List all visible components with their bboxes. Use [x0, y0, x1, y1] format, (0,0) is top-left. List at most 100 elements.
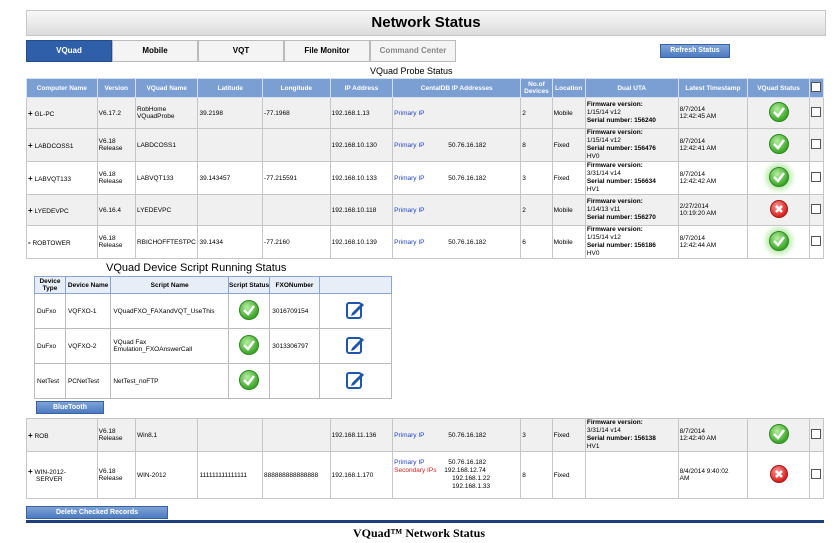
- table-row: + LYEDEVPC V6.16.4 LYEDEVPC 192.168.10.1…: [26, 194, 825, 226]
- primary-ip-label: Primary IP: [394, 174, 425, 182]
- fw-version: 1/15/14 v12: [586, 137, 621, 144]
- row-checkbox[interactable]: [810, 429, 821, 439]
- version: V6.18: [98, 138, 116, 145]
- status-error-icon: [769, 200, 788, 218]
- primary-ip-label: Primary IP: [394, 109, 425, 117]
- tab-bar: VQuad Mobile VQT File Monitor Command Ce…: [26, 40, 456, 62]
- version: V6.18: [98, 235, 116, 242]
- version: V6.18: [98, 428, 116, 435]
- db-ip: 50.76.16.182: [448, 174, 487, 182]
- serial-number: Serial number: 156138: [586, 435, 656, 442]
- edit-script-icon[interactable]: [344, 369, 366, 391]
- computer-name: LABVQT133: [34, 175, 71, 183]
- col-edit: [318, 276, 393, 294]
- serial-number: Serial number: 156240: [586, 117, 656, 124]
- tab-mobile[interactable]: Mobile: [112, 40, 198, 62]
- row-checkbox[interactable]: [810, 139, 821, 149]
- fxo-number: [269, 363, 320, 399]
- hw-version: HV0: [586, 153, 600, 160]
- timestamp-date: 2/27/2014: [679, 203, 709, 210]
- primary-ip-label: Primary IP: [394, 459, 425, 466]
- computer-name: LYEDEVPC: [34, 207, 69, 215]
- table-row: + ROB V6.18 Release Win8.1 192.168.11.136…: [26, 418, 825, 452]
- row-checkbox[interactable]: [810, 204, 821, 214]
- tab-file-monitor[interactable]: File Monitor: [284, 40, 370, 62]
- table-row: + WIN-2012- SERVER V6.18 Release WIN-2012 …: [26, 451, 825, 499]
- expand-icon[interactable]: +: [28, 206, 33, 215]
- vquad-name: RobHome: [136, 106, 167, 113]
- probe-table: Computer Name Version VQuad Name Latitud…: [26, 78, 825, 259]
- db-ip: 50.76.16.182: [448, 431, 487, 439]
- refresh-status-button[interactable]: Refresh Status: [660, 44, 730, 58]
- row-checkbox[interactable]: [810, 236, 821, 246]
- fxo-number: 3016709154: [269, 293, 320, 329]
- delete-checked-button[interactable]: Delete Checked Records: [26, 506, 168, 519]
- location: Mobile: [551, 194, 586, 226]
- version-line2: Release: [98, 435, 123, 442]
- device-count: 2: [520, 194, 553, 226]
- footer-title: VQuad™ Network Status: [352, 526, 485, 540]
- row-checkbox[interactable]: [810, 107, 821, 117]
- collapse-icon[interactable]: -: [28, 238, 31, 247]
- ip-address: 192.168.1.13: [329, 97, 394, 129]
- timestamp-date: 8/7/2014: [679, 106, 705, 113]
- location: Fixed: [551, 161, 586, 195]
- script-name: NetTest_noFTP: [110, 363, 229, 399]
- serial-number: Serial number: 156186: [586, 242, 656, 249]
- header-select-all[interactable]: [808, 78, 825, 98]
- vquad-name: LABVQT133: [134, 161, 199, 195]
- expand-icon[interactable]: +: [28, 174, 33, 183]
- col-computer-name: Computer Name: [26, 78, 98, 98]
- latitude: [197, 418, 264, 452]
- version-line2: Release: [98, 475, 123, 482]
- fw-version: 3/31/14 v14: [586, 170, 621, 177]
- version: V6.16.4: [96, 194, 136, 226]
- secondary-ip-3: 192.168.1.33: [452, 483, 491, 490]
- timestamp-time: 12:42:41 AM: [679, 145, 717, 152]
- edit-script-icon[interactable]: [344, 334, 366, 356]
- longitude: -77.2160: [262, 225, 331, 259]
- vquad-name: RBICHOFFTESTPC: [134, 225, 199, 259]
- col-version: Version: [96, 78, 136, 98]
- table-row: + LABDCOSS1 V6.18 Release LABDCOSS1 192.1…: [26, 128, 825, 162]
- expand-icon[interactable]: +: [28, 467, 33, 476]
- secondary-ip-1: 192.168.12.74: [444, 467, 486, 474]
- ip-address: 192.168.11.136: [329, 418, 394, 452]
- bluetooth-button[interactable]: BlueTooth: [36, 401, 104, 414]
- hw-version: HV1: [586, 443, 600, 450]
- expand-icon[interactable]: +: [28, 431, 33, 440]
- col-vquad-status: VQuad Status: [747, 78, 810, 98]
- hw-version: HV0: [586, 250, 600, 257]
- row-checkbox[interactable]: [810, 469, 821, 479]
- device-type: DuFxo: [34, 293, 66, 329]
- timestamp-date: 8/7/2014: [679, 138, 705, 145]
- select-all-checkbox[interactable]: [811, 82, 822, 92]
- tab-vqt[interactable]: VQT: [198, 40, 284, 62]
- location: Mobile: [551, 225, 586, 259]
- device-name: VQFXO-2: [64, 328, 112, 364]
- tab-vquad[interactable]: VQuad: [26, 40, 112, 62]
- serial-number: Serial number: 156634: [586, 178, 656, 185]
- table-row: - ROBTOWER V6.18 Release RBICHOFFTESTPC 3…: [26, 225, 825, 259]
- secondary-ip-label: Secondary IPs: [394, 467, 437, 474]
- device-count: 8: [520, 451, 553, 499]
- primary-ip-label: Primary IP: [394, 238, 425, 246]
- ip-address: 192.168.10.130: [329, 128, 394, 162]
- longitude: [262, 128, 331, 162]
- computer-name: ROBTOWER: [32, 239, 71, 247]
- edit-script-icon[interactable]: [344, 299, 366, 321]
- expand-icon[interactable]: +: [28, 141, 33, 150]
- computer-name: WIN-2012-: [34, 469, 66, 476]
- tab-command-center[interactable]: Command Center: [370, 40, 456, 62]
- col-longitude: Longitude: [262, 78, 331, 98]
- device-name: PCNetTest: [64, 363, 112, 399]
- device-count: 3: [520, 161, 553, 195]
- db-ip: 50.76.16.182: [448, 459, 487, 466]
- footer-divider: [26, 520, 824, 523]
- ip-address: 192.168.1.170: [329, 451, 394, 499]
- status-ok-icon: [768, 167, 789, 187]
- fw-label: Firmware version:: [586, 162, 643, 170]
- expand-icon[interactable]: +: [28, 109, 33, 118]
- row-checkbox[interactable]: [810, 172, 821, 182]
- device-count: 3: [520, 418, 553, 452]
